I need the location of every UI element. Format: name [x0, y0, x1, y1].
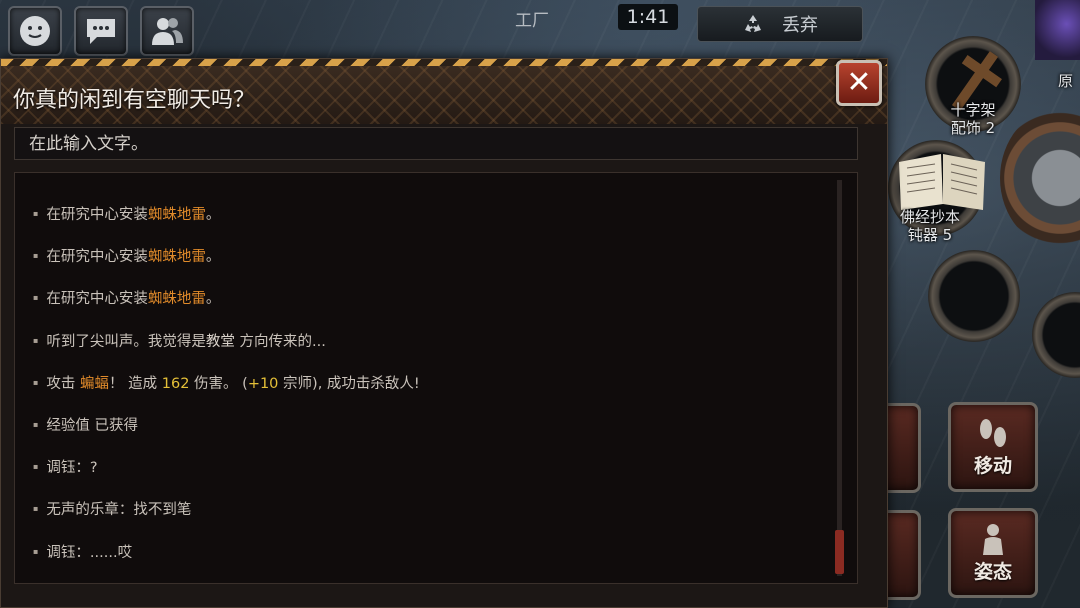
dialog-title: 你真的闲到有空聊天吗？ [13, 88, 256, 113]
scripture-item-type: 钝器 5 [907, 226, 953, 244]
message-text: 在研究中心安装 [46, 249, 148, 266]
portrait-label: 原 [1058, 72, 1074, 90]
scripture-book-icon [899, 154, 985, 210]
message-text: 在研究中心安装 [46, 207, 148, 223]
message-text: 在研究中心安装 [46, 291, 148, 308]
message-text: 听到了尖叫声。我觉得是 [46, 333, 206, 350]
message-text: 。 [205, 291, 221, 308]
discard-label: 丢弃 [782, 15, 818, 36]
move-label: 移动 [973, 454, 1012, 477]
hazard-stripe-border [1, 59, 887, 66]
discard-button[interactable]: 丢弃 [697, 6, 863, 42]
emote-button[interactable] [8, 6, 62, 56]
message-text: 。 [205, 207, 221, 223]
dialog-header: 你真的闲到有空聊天吗？ [1, 66, 887, 124]
message-text: 经验值 已获得 [46, 417, 139, 434]
chat-scrollbar-track[interactable] [837, 180, 842, 576]
scripture-item-label: 佛经抄本 钝器 5 [892, 208, 968, 244]
chat-message: 攻击 蝙蝠！ 造成 162 伤害。 (+10 宗师), 成功击杀敌人! [33, 372, 823, 414]
message-highlight: 教堂 [205, 333, 235, 350]
footprints-icon [980, 418, 1006, 447]
message-text: 。 [205, 249, 221, 266]
message-highlight: 162 [161, 375, 190, 392]
message-highlight: 蜘蛛地雷 [147, 207, 206, 223]
message-text: 无声的乐章：找不到笔 [46, 502, 192, 519]
smiley-icon [20, 16, 50, 46]
chat-message: 调钰：......哎 [33, 541, 823, 583]
scripture-item-name: 佛经抄本 [899, 208, 960, 226]
message-text: 调钰：? [46, 460, 98, 477]
character-portrait[interactable] [1035, 0, 1080, 60]
location-name: 工厂 [515, 11, 549, 31]
message-text: 调钰：......哎 [46, 544, 133, 561]
cross-item-type: 配饰 2 [950, 119, 996, 137]
chat-message: 无声的乐章：找不到笔 [33, 498, 823, 540]
posture-button[interactable]: 姿态 [948, 508, 1038, 598]
recycle-icon [745, 15, 761, 32]
chat-message: 在研究中心安装蜘蛛地雷。 [33, 245, 823, 287]
message-text: 攻击 [46, 375, 81, 392]
chat-message: 在研究中心安装蜘蛛地雷。 [33, 287, 823, 329]
message-text: ！ 造成 [109, 375, 162, 392]
chat-scrollbar-thumb[interactable] [835, 530, 844, 574]
message-highlight: 蜘蛛地雷 [147, 249, 206, 266]
close-button[interactable]: ✕ [836, 60, 882, 106]
message-highlight: 蜘蛛地雷 [147, 291, 206, 308]
message-highlight: +10 [247, 375, 279, 392]
chat-message: 听到了尖叫声。我觉得是教堂 方向传来的... [33, 330, 823, 372]
equipment-slot-empty-1[interactable] [928, 250, 1020, 342]
chat-message: 调钰：? [33, 456, 823, 498]
move-button[interactable]: 移动 [948, 402, 1038, 492]
party-button[interactable] [140, 6, 194, 56]
message-text: 方向传来的... [234, 333, 326, 350]
people-icon [152, 18, 183, 45]
close-icon: ✕ [846, 65, 872, 100]
chat-message: 经验值 已获得 [33, 414, 823, 456]
chat-log[interactable]: 在研究中心安装蜘蛛地雷。在研究中心安装蜘蛛地雷。在研究中心安装蜘蛛地雷。听到了尖… [14, 172, 858, 584]
message-text: 宗师), 成功击杀敌人! [278, 375, 420, 392]
chat-input[interactable] [14, 127, 858, 160]
message-highlight: 蝙蝠 [80, 375, 110, 392]
chat-button[interactable] [74, 6, 128, 56]
posture-label: 姿态 [973, 560, 1012, 583]
cross-item-name: 十字架 [950, 101, 996, 119]
crouch-figure-icon [983, 523, 1003, 555]
speech-bubble-icon [87, 19, 115, 44]
message-text: 伤害。 ( [189, 375, 248, 392]
game-timer: 1:41 [618, 4, 678, 30]
chat-message-list: 在研究中心安装蜘蛛地雷。在研究中心安装蜘蛛地雷。在研究中心安装蜘蛛地雷。听到了尖… [33, 203, 823, 583]
cross-item-label: 十字架 配饰 2 [938, 101, 1008, 137]
chat-message: 在研究中心安装蜘蛛地雷。 [33, 203, 823, 245]
